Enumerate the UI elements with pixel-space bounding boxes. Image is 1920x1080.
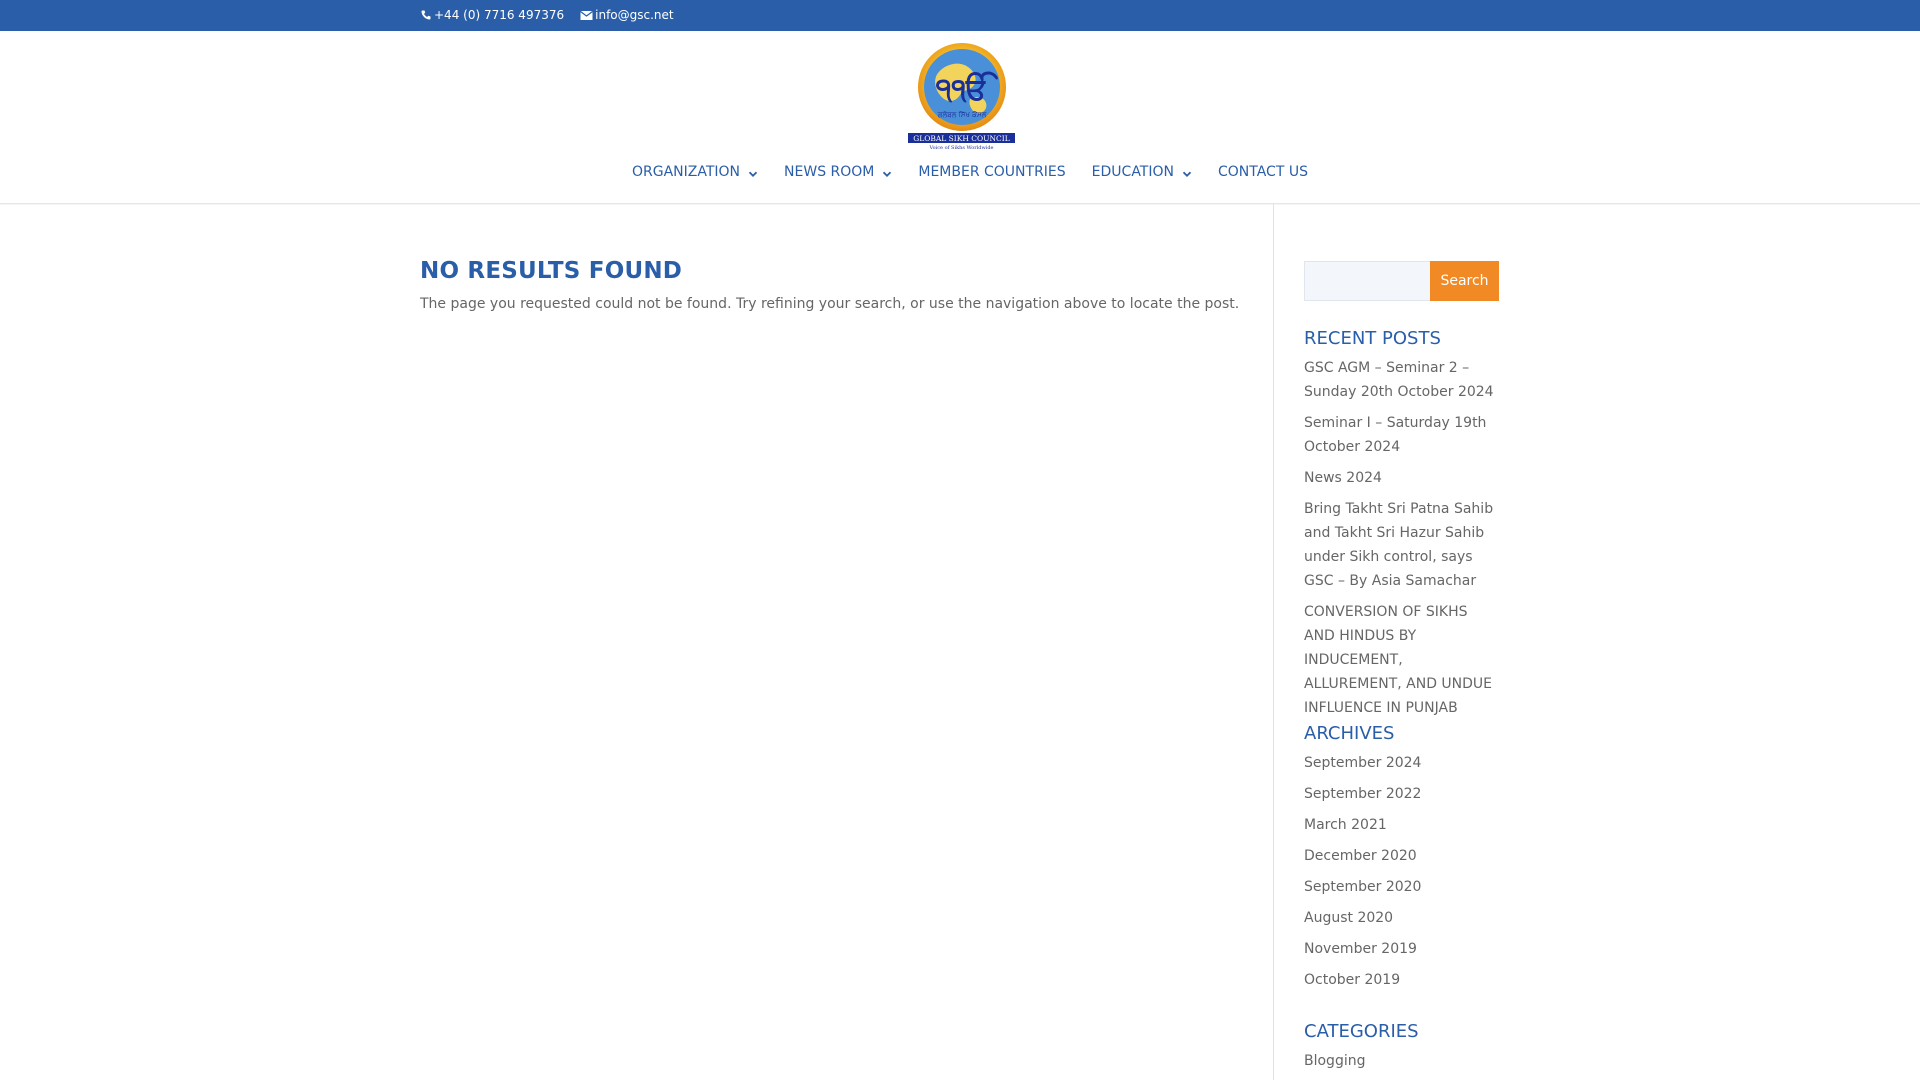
- recent-post-link[interactable]: Bring Takht Sri Patna Sahib and Takht Sr…: [1304, 497, 1500, 593]
- recent-posts-list: GSC AGM – Seminar 2 – Sunday 20th Octobe…: [1304, 356, 1500, 727]
- archive-link[interactable]: September 2022: [1304, 782, 1500, 806]
- nav-item-education[interactable]: EDUCATION: [1092, 164, 1192, 180]
- chevron-down-icon: [882, 167, 892, 177]
- top-bar: +44 (0) 7716 497376 info@gsc.net: [0, 0, 1920, 31]
- chevron-down-icon: [1182, 167, 1192, 177]
- nav-item-label: CONTACT US: [1217, 164, 1308, 180]
- nav-item-news-room[interactable]: NEWS ROOM: [784, 164, 892, 180]
- sidebar-divider: [1273, 204, 1274, 1080]
- phone-link[interactable]: +44 (0) 7716 497376: [420, 8, 564, 22]
- contact-info: +44 (0) 7716 497376 info@gsc.net: [420, 7, 674, 23]
- phone-number: +44 (0) 7716 497376: [434, 8, 565, 22]
- nav-item-member-countries[interactable]: MEMBER COUNTRIES: [918, 164, 1065, 180]
- nav-item-organization[interactable]: ORGANIZATION: [632, 164, 758, 180]
- recent-post-link[interactable]: Seminar I – Saturday 19th October 2024: [1304, 411, 1500, 459]
- recent-post-link[interactable]: GSC AGM – Seminar 2 – Sunday 20th Octobe…: [1304, 356, 1500, 404]
- site-header: ੧ੴ ਗਲੋਬਲ ਸਿੱਖ ਕੌਂਸਲ GLOBAL SIKH COUNCIL …: [0, 31, 1920, 204]
- categories-heading: CATEGORIES: [1304, 1021, 1419, 1042]
- categories-list: Blogging: [1304, 1049, 1500, 1080]
- search-button[interactable]: Search: [1430, 261, 1499, 301]
- nav-item-contact-us[interactable]: CONTACT US: [1218, 164, 1308, 180]
- recent-posts-heading: RECENT POSTS: [1304, 328, 1441, 349]
- archives-list: September 2024 September 2022 March 2021…: [1304, 751, 1500, 999]
- archive-link[interactable]: March 2021: [1304, 813, 1500, 837]
- not-found-message: The page you requested could not be foun…: [420, 296, 1240, 312]
- site-logo[interactable]: ੧ੴ ਗਲੋਬਲ ਸਿੱਖ ਕੌਂਸਲ GLOBAL SIKH COUNCIL …: [908, 41, 1015, 151]
- archive-link[interactable]: December 2020: [1304, 844, 1500, 868]
- search-input[interactable]: [1304, 261, 1430, 301]
- logo-tagline: Voice of Sikhs Worldwide: [928, 145, 993, 151]
- category-link[interactable]: Blogging: [1304, 1049, 1500, 1073]
- archive-link[interactable]: November 2019: [1304, 937, 1500, 961]
- recent-post-link[interactable]: News 2024: [1304, 466, 1500, 490]
- chevron-down-icon: [748, 167, 758, 177]
- archives-heading: ARCHIVES: [1304, 723, 1395, 744]
- logo-main-text: GLOBAL SIKH COUNCIL: [913, 134, 1010, 143]
- logo-script-text: ਗਲੋਬਲ ਸਿੱਖ ਕੌਂਸਲ: [937, 110, 987, 119]
- page-title: NO RESULTS FOUND: [420, 258, 683, 284]
- nav-item-label: MEMBER COUNTRIES: [918, 164, 1066, 180]
- recent-post-link[interactable]: CONVERSION OF SIKHS AND HINDUS BY INDUCE…: [1304, 600, 1500, 720]
- archive-link[interactable]: August 2020: [1304, 906, 1500, 930]
- search-form: Search: [1304, 261, 1499, 301]
- email-link[interactable]: info@gsc.net: [580, 8, 674, 22]
- archive-link[interactable]: September 2024: [1304, 751, 1500, 775]
- main-navigation: ORGANIZATION NEWS ROOM MEMBER COUNTRIES …: [632, 162, 1308, 182]
- nav-item-label: ORGANIZATION: [632, 164, 741, 180]
- archive-link[interactable]: October 2019: [1304, 968, 1500, 992]
- nav-item-label: NEWS ROOM: [784, 164, 875, 180]
- nav-item-label: EDUCATION: [1091, 164, 1174, 180]
- archive-link[interactable]: September 2020: [1304, 875, 1500, 899]
- envelope-icon: [580, 10, 593, 21]
- phone-icon: [420, 9, 432, 21]
- email-address: info@gsc.net: [595, 8, 674, 22]
